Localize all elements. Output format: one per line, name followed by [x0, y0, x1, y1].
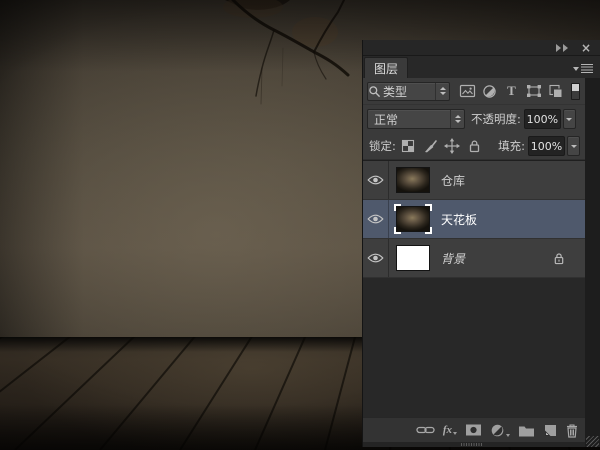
tab-layers-label: 图层	[374, 60, 398, 77]
close-icon[interactable]: ×	[581, 43, 591, 53]
pixel-layers-icon[interactable]	[457, 82, 478, 101]
layers-panel-dock: × 图层 类型	[362, 40, 600, 447]
adjustment-layer-icon[interactable]	[490, 423, 510, 438]
lock-pixels-icon[interactable]	[420, 137, 441, 156]
layer-row-tianhuaban-selected[interactable]: 天花板	[363, 200, 585, 239]
layer-style-icon[interactable]: fx	[443, 424, 457, 436]
layers-panel: 类型 T	[363, 78, 585, 447]
link-layers-icon[interactable]	[416, 423, 435, 437]
opacity-slider-button[interactable]	[563, 109, 576, 129]
smart-objects-icon[interactable]	[545, 82, 566, 101]
visibility-toggle[interactable]	[363, 239, 389, 277]
shape-layers-icon[interactable]	[523, 82, 544, 101]
panel-bottom-edge	[363, 442, 585, 447]
photoshop-workspace: × 图层 类型	[0, 0, 600, 450]
layers-list: 仓库 天花板	[363, 160, 585, 417]
panel-tabbar: 图层	[363, 56, 600, 78]
eye-icon	[367, 174, 384, 186]
layer-thumbnail-selected[interactable]	[396, 206, 430, 232]
panel-resize-grip[interactable]	[461, 443, 483, 446]
filter-type-label: 类型	[383, 83, 407, 100]
fill-label: 填充:	[498, 138, 525, 154]
blend-mode-dropdown[interactable]: 正常	[367, 109, 465, 129]
eye-icon	[367, 252, 384, 264]
dock-background	[585, 78, 600, 447]
opacity-label: 不透明度:	[471, 111, 521, 127]
lock-all-icon[interactable]	[464, 137, 485, 156]
dropdown-arrows-icon	[435, 83, 449, 100]
lock-label: 锁定:	[369, 138, 396, 154]
delete-layer-icon[interactable]	[565, 423, 579, 438]
search-icon	[368, 85, 381, 98]
lock-transparency-icon[interactable]	[398, 137, 419, 156]
corner-resize-grip[interactable]	[586, 436, 599, 447]
adjustment-layers-icon[interactable]	[479, 82, 500, 101]
layer-name: 仓库	[441, 172, 465, 189]
layer-name: 天花板	[441, 211, 477, 228]
new-layer-icon[interactable]	[543, 423, 557, 437]
layer-filter-row: 类型 T	[363, 78, 585, 105]
panel-group-titlebar: ×	[363, 40, 600, 56]
layer-thumbnail[interactable]	[396, 245, 430, 271]
fill-slider-button[interactable]	[567, 136, 580, 156]
blend-mode-row: 正常 不透明度: 100%	[363, 105, 585, 133]
dropdown-arrows-icon	[450, 110, 464, 128]
layer-row-cangku[interactable]: 仓库	[363, 161, 585, 200]
lock-row: 锁定:	[363, 133, 585, 160]
blend-mode-value: 正常	[374, 111, 398, 128]
visibility-toggle[interactable]	[363, 161, 389, 199]
eye-icon	[367, 213, 384, 225]
layer-name: 背景	[441, 250, 465, 267]
layer-filter-toggle[interactable]	[571, 83, 580, 100]
layer-mask-icon[interactable]	[465, 423, 482, 437]
background-lock-icon[interactable]	[553, 252, 565, 265]
tab-layers[interactable]: 图层	[364, 57, 408, 78]
lock-position-icon[interactable]	[442, 137, 463, 156]
fill-value-field[interactable]: 100%	[528, 136, 565, 156]
layer-row-background[interactable]: 背景	[363, 239, 585, 278]
collapse-to-icons-button[interactable]	[556, 44, 568, 52]
filter-type-dropdown[interactable]: 类型	[367, 82, 450, 101]
panel-menu-icon[interactable]	[573, 64, 593, 73]
layer-thumbnail[interactable]	[396, 167, 430, 193]
new-group-icon[interactable]	[518, 424, 535, 437]
visibility-toggle[interactable]	[363, 200, 389, 238]
opacity-value-field[interactable]: 100%	[524, 109, 561, 129]
type-layers-icon[interactable]: T	[501, 82, 522, 101]
layers-panel-footer: fx	[363, 417, 585, 442]
